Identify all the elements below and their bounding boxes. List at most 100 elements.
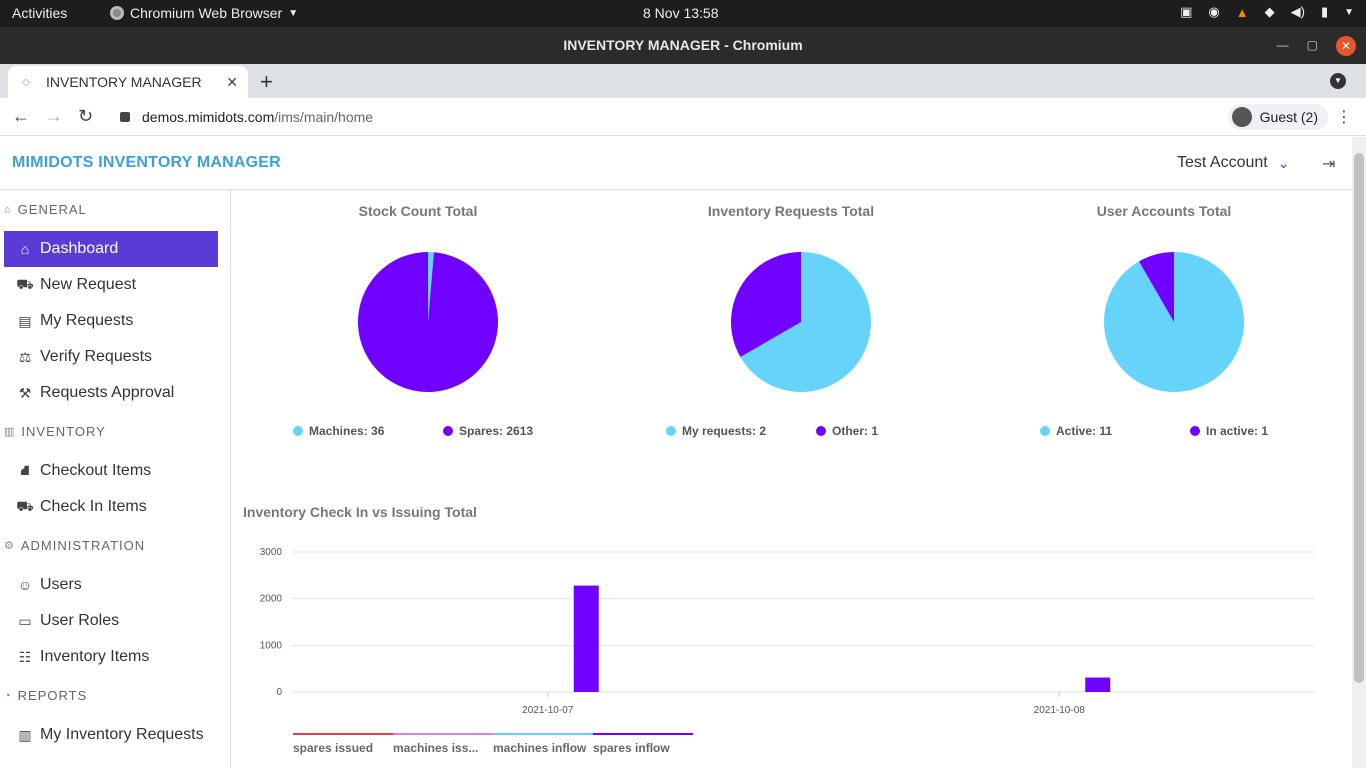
minimize-icon[interactable]: —: [1277, 27, 1289, 64]
account-name: Test Account: [1177, 154, 1268, 171]
sidebar-item-my-inventory-requests[interactable]: ▥ My Inventory Requests: [4, 717, 218, 753]
dolly-icon: ⛘: [20, 461, 30, 478]
account-menu[interactable]: Test Account ⌄: [1177, 154, 1289, 172]
sidebar-item-verify-requests[interactable]: ⚖ Verify Requests: [4, 339, 218, 375]
legend-dot: [293, 426, 303, 436]
pie-title-requests: Inventory Requests Total: [707, 203, 875, 219]
bar-legend-spares-issued[interactable]: spares issued: [293, 733, 393, 755]
sidebar-item-label: My Inventory Requests: [40, 726, 204, 743]
new-tab-icon[interactable]: +: [260, 69, 273, 95]
legend-label: Machines: 36: [309, 424, 385, 438]
archive-icon: ▤: [18, 312, 32, 329]
sidebar-item-requests-approval[interactable]: ⚒ Requests Approval: [4, 375, 218, 411]
bar-chart[interactable]: 0 1000 2000 3000 2021-10-07 2021-10-08: [232, 535, 1342, 720]
window-title: INVENTORY MANAGER - Chromium: [563, 37, 803, 53]
y-tick-label: 3000: [260, 547, 283, 558]
maximize-icon[interactable]: ▢: [1307, 27, 1318, 64]
brand-title[interactable]: MIMIDOTS INVENTORY MANAGER: [12, 154, 281, 172]
section-administration: ⚙ ADMINISTRATION: [4, 538, 145, 553]
browser-tab[interactable]: ◇ INVENTORY MANAGER ✕: [8, 66, 248, 98]
legend-label: My requests: 2: [682, 424, 767, 438]
legend-item[interactable]: Other: 1: [816, 424, 878, 438]
caret-down-icon: ▼: [288, 7, 299, 19]
tab-title: INVENTORY MANAGER: [46, 74, 202, 90]
menu-icon[interactable]: ⋮: [1336, 107, 1352, 127]
bar-legend-spares-inflow[interactable]: spares inflow: [593, 733, 693, 755]
cart-flatbed-icon: ⛟: [16, 497, 34, 514]
legend-item[interactable]: Active: 11: [1040, 424, 1112, 438]
window-icon: ▭: [18, 612, 32, 629]
bank-icon: ⌂: [4, 203, 12, 216]
legend-dot: [443, 426, 453, 436]
bar-legend-machines-issued[interactable]: machines iss...: [393, 733, 493, 755]
profile-button[interactable]: Guest (2): [1227, 104, 1328, 130]
clock[interactable]: 8 Nov 13:58: [643, 5, 719, 21]
pie-icon: ◔: [4, 689, 12, 702]
caret-down-icon[interactable]: ▼: [1344, 7, 1354, 18]
address-bar: ← → ↻ demos.mimidots.com/ims/main/home G…: [0, 98, 1366, 136]
bar[interactable]: [1085, 677, 1111, 692]
bar-legend-machines-inflow[interactable]: machines inflow: [493, 733, 593, 755]
legend-item[interactable]: Spares: 2613: [443, 424, 533, 438]
pie-slice[interactable]: [358, 252, 498, 392]
sidebar-item-label: Verify Requests: [40, 348, 153, 365]
scrollbar-thumb[interactable]: [1354, 153, 1364, 683]
sidebar-item-new-request[interactable]: ⛟ New Request: [4, 267, 218, 303]
section-label: GENERAL: [17, 202, 87, 217]
close-window-icon[interactable]: ✕: [1336, 35, 1356, 56]
pie-chart-users[interactable]: [1103, 251, 1245, 393]
chevron-down-icon: ⌄: [1277, 154, 1290, 171]
url-input[interactable]: demos.mimidots.com/ims/main/home: [110, 103, 1210, 131]
vlc-icon[interactable]: ▲: [1236, 5, 1249, 20]
pie-chart-stock[interactable]: [357, 251, 499, 393]
y-tick-label: 2000: [260, 594, 283, 605]
home-icon: ⌂: [20, 241, 30, 257]
os-top-bar: Activities Chromium Web Browser ▼ 8 Nov …: [0, 0, 1366, 27]
forward-icon[interactable]: →: [45, 106, 63, 127]
app-menu[interactable]: Chromium Web Browser ▼: [110, 5, 298, 21]
sidebar-item-check-in-items[interactable]: ⛟ Check In Items: [4, 489, 218, 525]
bar[interactable]: [573, 585, 599, 692]
sidebar-item-dashboard[interactable]: ⌂ Dashboard: [4, 231, 218, 267]
legend-item[interactable]: My requests: 2: [666, 424, 766, 438]
sidebar-item-users[interactable]: ☺ Users: [4, 567, 218, 603]
legend-item[interactable]: Machines: 36: [293, 424, 384, 438]
sidebar-item-user-roles[interactable]: ▭ User Roles: [4, 603, 218, 639]
sidebar-item-inventory-items[interactable]: ☷ Inventory Items: [4, 639, 218, 675]
system-tray[interactable]: ▣ ◉ ▲ ◆ ◀) ▮ ▼: [1180, 4, 1354, 20]
globe-icon[interactable]: ◉: [1208, 4, 1219, 20]
lock-icon[interactable]: [120, 112, 130, 122]
sidebar-item-checkout-items[interactable]: ⛘ Checkout Items: [4, 453, 218, 489]
y-tick-label: 0: [276, 687, 282, 698]
chromium-icon: [110, 6, 124, 20]
favicon-icon: ◇: [22, 76, 30, 88]
logout-icon[interactable]: ⇥: [1322, 154, 1335, 174]
sidebar-item-label: Check In Items: [40, 498, 147, 515]
wifi-icon[interactable]: ◆: [1265, 4, 1275, 20]
activities-button[interactable]: Activities: [12, 5, 67, 21]
pie-title-stock: Stock Count Total: [358, 203, 478, 219]
drive-icon[interactable]: ▣: [1180, 4, 1192, 20]
battery-icon[interactable]: ▮: [1321, 4, 1328, 20]
warehouse-icon: ▥: [4, 426, 16, 438]
gears-icon: ⚙: [4, 540, 15, 552]
close-tab-icon[interactable]: ✕: [226, 74, 238, 91]
x-tick-label: 2021-10-07: [522, 705, 574, 716]
app-menu-label: Chromium Web Browser: [130, 5, 283, 21]
sidebar-item-label: My Requests: [40, 312, 134, 329]
section-label: INVENTORY: [21, 424, 106, 439]
pie-chart-requests[interactable]: [730, 251, 872, 393]
back-icon[interactable]: ←: [12, 106, 30, 127]
section-label: ADMINISTRATION: [20, 538, 146, 553]
cart-icon: ⛟: [16, 275, 34, 292]
sidebar-item-my-requests[interactable]: ▤ My Requests: [4, 303, 218, 339]
scrollbar[interactable]: [1352, 137, 1366, 768]
legend-item[interactable]: In active: 1: [1190, 424, 1268, 438]
barcode-icon: ▥: [18, 726, 32, 743]
volume-icon[interactable]: ◀): [1291, 4, 1305, 20]
legend-label: Other: 1: [832, 424, 879, 438]
section-reports: ◔ REPORTS: [4, 688, 87, 703]
section-label: REPORTS: [17, 688, 88, 703]
reload-icon[interactable]: ↻: [78, 106, 93, 127]
tab-search-icon[interactable]: ▼: [1330, 73, 1346, 89]
